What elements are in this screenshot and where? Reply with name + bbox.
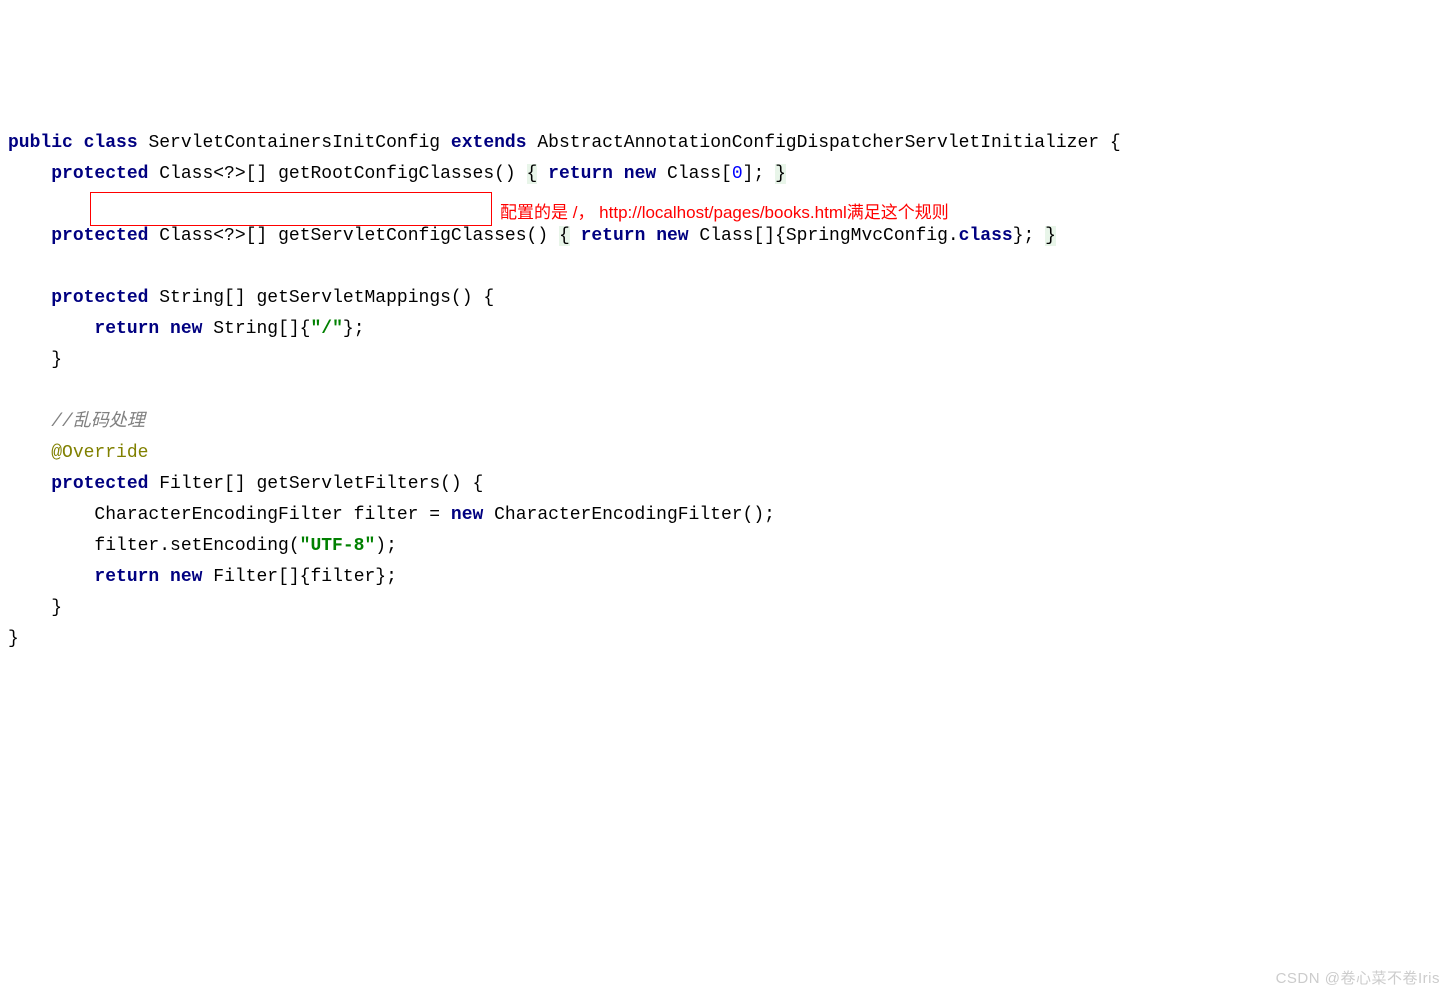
kw-protected-2: protected — [51, 226, 148, 246]
kw-new-4: new — [451, 505, 483, 525]
enc-ret: Filter[]{filter}; — [213, 567, 397, 587]
super-name: AbstractAnnotationConfigDispatcherServle… — [537, 133, 1099, 153]
brace-open-2: { — [559, 226, 570, 246]
type-class-1: Class — [667, 164, 721, 184]
method-3: getServletMappings() — [256, 288, 472, 308]
enc-ctor: CharacterEncodingFilter(); — [494, 505, 775, 525]
brace-close-1: } — [775, 164, 786, 184]
kw-protected-1: protected — [51, 164, 148, 184]
kw-return-2: return — [581, 226, 646, 246]
kw-class: class — [84, 133, 138, 153]
enc-decl: CharacterEncodingFilter filter = — [94, 505, 440, 525]
kw-new-2: new — [656, 226, 688, 246]
brace-close-2: } — [1045, 226, 1056, 246]
method-4: getServletFilters() — [256, 474, 461, 494]
kw-return-4: return — [94, 567, 159, 587]
anno-override: @Override — [51, 443, 148, 463]
comment-encoding: //乱码处理 — [51, 412, 145, 432]
brace-open-1: { — [527, 164, 538, 184]
kw-class-lit: class — [959, 226, 1013, 246]
type-filterarr: Filter[] — [159, 474, 245, 494]
str-utf8: "UTF-8" — [300, 536, 376, 556]
annotation-text: 配置的是 /， http://localhost/pages/books.htm… — [500, 197, 949, 228]
kw-new-5: new — [170, 567, 202, 587]
type-classarr-1: Class<?>[] — [159, 164, 267, 184]
enc-set: filter.setEncoding( — [94, 536, 299, 556]
spring-cls: SpringMvcConfig. — [786, 226, 959, 246]
kw-return-1: return — [548, 164, 613, 184]
method-1: getRootConfigClasses() — [278, 164, 516, 184]
kw-return-3: return — [94, 319, 159, 339]
watermark: CSDN @卷心菜不卷Iris — [1276, 963, 1440, 994]
method-2: getServletConfigClasses() — [278, 226, 548, 246]
kw-public: public — [8, 133, 73, 153]
class-name: ServletContainersInitConfig — [148, 133, 440, 153]
str-slash: "/" — [310, 319, 342, 339]
type-strarr: String[] — [159, 288, 245, 308]
type-class-2: Class — [699, 226, 753, 246]
kw-protected-4: protected — [51, 474, 148, 494]
kw-protected-3: protected — [51, 288, 148, 308]
kw-extends: extends — [451, 133, 527, 153]
type-classarr-2: Class<?>[] — [159, 226, 267, 246]
num-zero: 0 — [732, 164, 743, 184]
kw-new-3: new — [170, 319, 202, 339]
kw-new-1: new — [624, 164, 656, 184]
